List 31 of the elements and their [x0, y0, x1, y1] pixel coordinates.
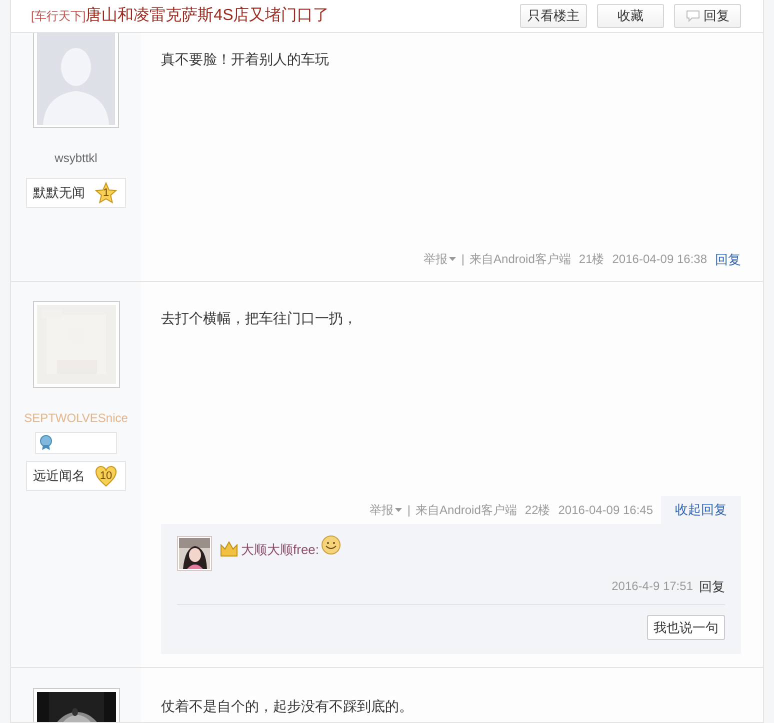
separator: | — [407, 502, 411, 518]
forum-tag[interactable]: [车行天下] — [31, 7, 86, 25]
floor-number: 21楼 — [578, 251, 604, 268]
level-badge: 1 — [95, 182, 117, 204]
reply-username[interactable]: 大顺大顺free: — [241, 540, 320, 559]
post-content: 仗着不是自个的，起步没有不踩到底的。 — [161, 697, 414, 716]
post-content: 真不要脸！开着别人的车玩 — [161, 50, 330, 69]
separator: | — [461, 251, 465, 268]
source-label: 来自Android客户端 — [416, 502, 517, 518]
source-label: 来自Android客户端 — [470, 251, 571, 268]
reply-time: 2016-4-9 17:51 — [612, 578, 693, 596]
level-badge: 10 — [95, 465, 117, 487]
post-content: 去打个横幅，把车往门口一扔， — [161, 309, 358, 328]
toolbar-button[interactable]: 只看楼主 — [520, 4, 587, 28]
caret-icon — [395, 508, 402, 512]
comment-icon — [686, 10, 700, 22]
floor-number: 22楼 — [524, 502, 550, 518]
rank-label: 默默无闻 — [33, 184, 85, 202]
avatar[interactable] — [33, 33, 119, 128]
reply-link[interactable]: 回复 — [715, 250, 741, 269]
collapse-replies-tab[interactable]: 收起回复 — [661, 496, 741, 524]
thread-title: 唐山和凌雷克萨斯4S店又堵门口了 — [86, 6, 330, 26]
username[interactable]: wsybttkl — [54, 150, 98, 166]
post-time: 2016-04-09 16:38 — [612, 251, 707, 268]
caret-icon — [449, 257, 456, 262]
toolbar-button[interactable]: 收藏 — [597, 4, 664, 28]
post-time: 2016-04-09 16:45 — [558, 502, 653, 518]
reply-link[interactable]: 回复 — [699, 576, 725, 596]
comment-button[interactable]: 我也说一句 — [647, 615, 725, 640]
reply-button[interactable]: 回复 — [674, 4, 741, 28]
rank-label: 远近闻名 — [33, 467, 85, 486]
